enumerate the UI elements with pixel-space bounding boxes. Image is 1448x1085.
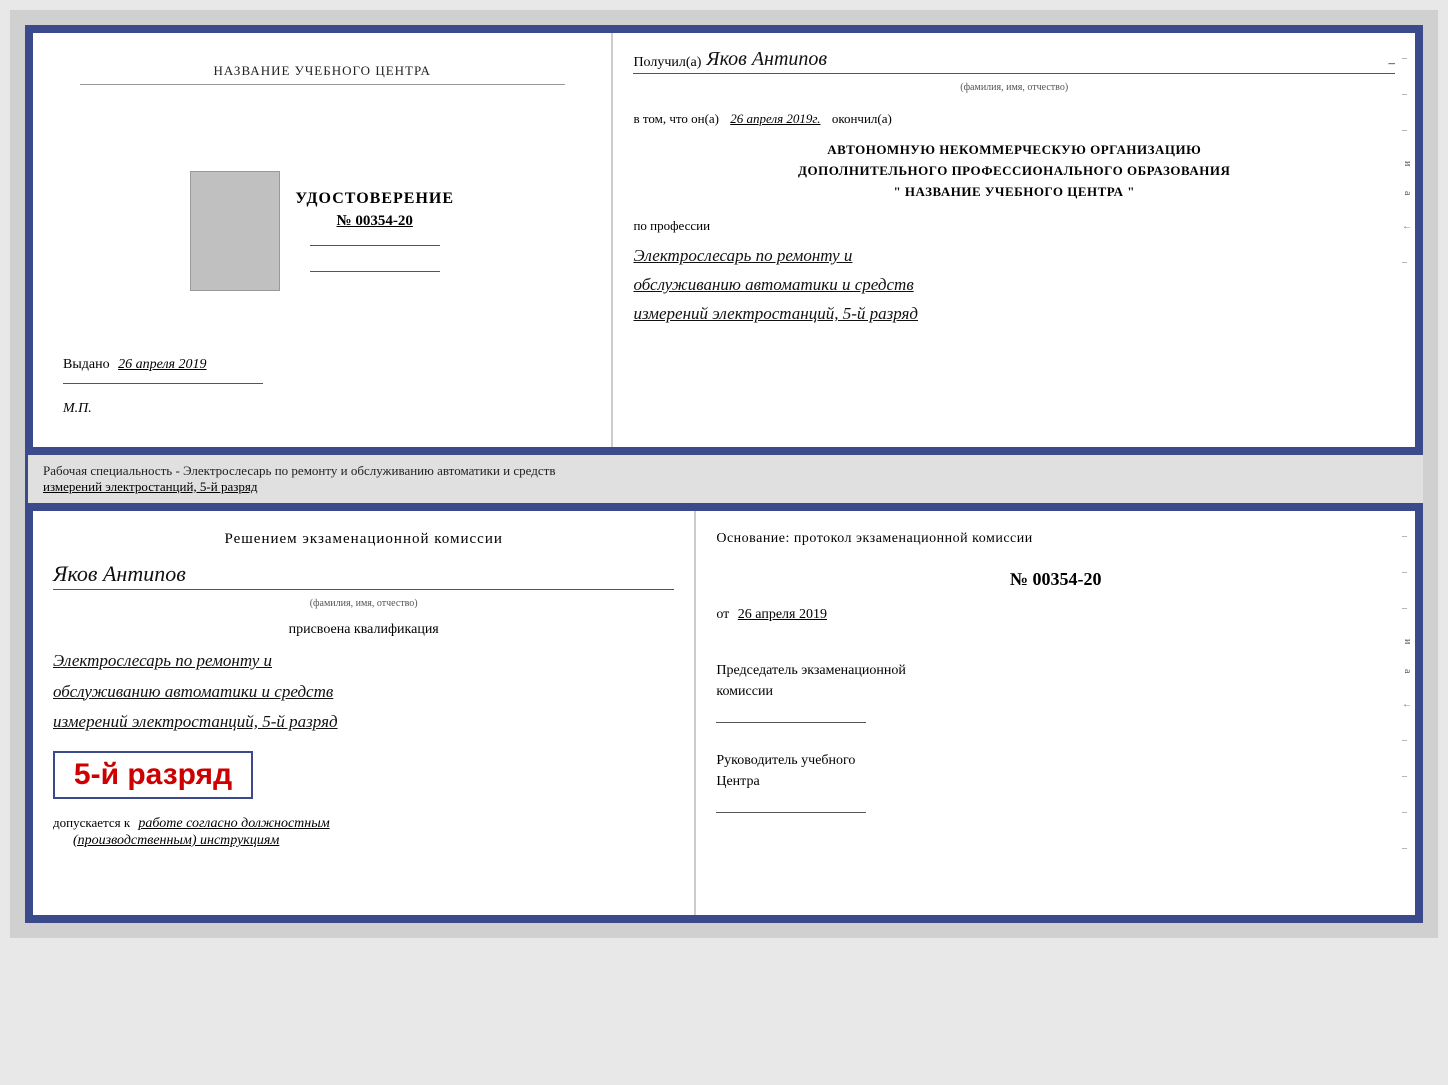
po-prof-label: по профессии bbox=[633, 218, 1395, 234]
rukovoditel-block: Руководитель учебного Центра bbox=[716, 750, 1395, 813]
deco-mark-4: ← bbox=[1402, 221, 1413, 232]
ano-line3: " НАЗВАНИЕ УЧЕБНОГО ЦЕНТРА " bbox=[633, 182, 1395, 203]
rukovoditel-sign-line bbox=[716, 812, 866, 813]
middle-text-line2: измерений электростанций, 5-й разряд bbox=[43, 479, 257, 494]
deco2-mark-1: – bbox=[1402, 531, 1413, 542]
qual-line1: Электрослесарь по ремонту и bbox=[53, 646, 674, 677]
recipient-name-bottom: Яков Антипов bbox=[53, 561, 186, 586]
vtom-date: 26 апреля 2019г. bbox=[730, 111, 820, 126]
vtom-label: в том, что он(а) bbox=[633, 111, 719, 126]
bottom-doc-left: Решением экзаменационной комиссии Яков А… bbox=[33, 511, 696, 915]
rukovoditel-title2: Центра bbox=[716, 771, 1395, 792]
dopuskaetsya-label: допускается к bbox=[53, 815, 130, 830]
bottom-doc-right: Основание: протокол экзаменационной коми… bbox=[696, 511, 1415, 915]
deco2-mark-3: – bbox=[1402, 603, 1413, 614]
poluchil-label: Получил(а) bbox=[633, 55, 701, 71]
vydano-date: 26 апреля 2019 bbox=[118, 357, 206, 372]
bottom-document: Решением экзаменационной комиссии Яков А… bbox=[25, 503, 1423, 923]
deco-vertical-и: и bbox=[1402, 161, 1413, 166]
cert-middle-section: УДОСТОВЕРЕНИЕ № 00354-20 bbox=[190, 171, 454, 291]
ot-line: от 26 апреля 2019 bbox=[716, 607, 1395, 623]
vydano-line: Выдано 26 апреля 2019 bbox=[63, 357, 207, 373]
top-doc-left: НАЗВАНИЕ УЧЕБНОГО ЦЕНТРА УДОСТОВЕРЕНИЕ №… bbox=[33, 33, 613, 447]
deco-mark-3: – bbox=[1402, 125, 1413, 136]
top-doc-right: Получил(а) Яков Антипов – (фамилия, имя,… bbox=[613, 33, 1415, 447]
vtom-line: в том, что он(а) 26 апреля 2019г. окончи… bbox=[633, 111, 1395, 127]
ano-block: АВТОНОМНУЮ НЕКОММЕРЧЕСКУЮ ОРГАНИЗАЦИЮ ДО… bbox=[633, 140, 1395, 202]
fio-sub-label-bottom: (фамилия, имя, отчество) bbox=[53, 598, 674, 609]
qual-line3: измерений электростанций, 5-й разряд bbox=[53, 707, 674, 738]
recipient-name-bottom-wrap: Яков Антипов bbox=[53, 561, 674, 590]
right-side-marks: – – – и а ← – bbox=[1402, 53, 1413, 268]
prisvoena-label: присвоена квалификация bbox=[53, 622, 674, 638]
fio-sub-label-top: (фамилия, имя, отчество) bbox=[633, 82, 1395, 93]
deco-vertical-а: а bbox=[1402, 191, 1413, 195]
qual-line2: обслуживанию автоматики и средств bbox=[53, 677, 674, 708]
deco2-mark-7: – bbox=[1402, 807, 1413, 818]
predsedatel-title2: комиссии bbox=[716, 681, 1395, 702]
deco2-mark-2: – bbox=[1402, 567, 1413, 578]
deco2-vertical-и: и bbox=[1402, 639, 1413, 644]
cert-info: УДОСТОВЕРЕНИЕ № 00354-20 bbox=[295, 190, 454, 272]
middle-text-line1: Рабочая специальность - Электрослесарь п… bbox=[43, 463, 555, 478]
deco2-mark-6: – bbox=[1402, 771, 1413, 782]
deco2-mark-8: – bbox=[1402, 843, 1413, 854]
vydano-label: Выдано bbox=[63, 357, 110, 372]
prof-line3: измерений электростанций, 5-й разряд bbox=[633, 300, 1395, 329]
mp-label: М.П. bbox=[63, 401, 92, 416]
profession-text: Электрослесарь по ремонту и обслуживанию… bbox=[633, 242, 1395, 329]
dopuskaetsya-text1: работе согласно должностным bbox=[138, 816, 329, 831]
deco-mark-5: – bbox=[1402, 257, 1413, 268]
razryad-badge: 5-й разряд bbox=[53, 751, 253, 799]
training-center-top: НАЗВАНИЕ УЧЕБНОГО ЦЕНТРА bbox=[80, 63, 565, 85]
deco2-vertical-а: а bbox=[1402, 669, 1413, 673]
deco-mark-1: – bbox=[1402, 53, 1413, 64]
dopuskaetsya-section: допускается к работе согласно должностны… bbox=[53, 815, 674, 849]
deco-mark-2: – bbox=[1402, 89, 1413, 100]
resheniem-title: Решением экзаменационной комиссии bbox=[53, 531, 674, 548]
qualification-text: Электрослесарь по ремонту и обслуживанию… bbox=[53, 646, 674, 738]
okonchil-label: окончил(а) bbox=[832, 111, 892, 126]
prof-line2: обслуживанию автоматики и средств bbox=[633, 271, 1395, 300]
cert-bottom: Выдано 26 апреля 2019 М.П. bbox=[53, 357, 591, 417]
top-document: НАЗВАНИЕ УЧЕБНОГО ЦЕНТРА УДОСТОВЕРЕНИЕ №… bbox=[25, 25, 1423, 455]
middle-text-section: Рабочая специальность - Электрослесарь п… bbox=[25, 455, 1423, 503]
poluchil-section: Получил(а) Яков Антипов – bbox=[633, 48, 1395, 74]
ano-line2: ДОПОЛНИТЕЛЬНОГО ПРОФЕССИОНАЛЬНОГО ОБРАЗО… bbox=[633, 161, 1395, 182]
protocol-number: № 00354-20 bbox=[716, 569, 1395, 590]
rukovoditel-title: Руководитель учебного bbox=[716, 750, 1395, 771]
predsedatel-block: Председатель экзаменационной комиссии bbox=[716, 660, 1395, 723]
udost-title: УДОСТОВЕРЕНИЕ bbox=[295, 190, 454, 208]
deco2-mark-5: – bbox=[1402, 735, 1413, 746]
ano-line1: АВТОНОМНУЮ НЕКОММЕРЧЕСКУЮ ОРГАНИЗАЦИЮ bbox=[633, 140, 1395, 161]
page-wrapper: НАЗВАНИЕ УЧЕБНОГО ЦЕНТРА УДОСТОВЕРЕНИЕ №… bbox=[10, 10, 1438, 938]
photo-placeholder bbox=[190, 171, 280, 291]
right-side-marks-bottom: – – – и а ← – – – – bbox=[1402, 531, 1413, 854]
dopuskaetsya-text2: (производственным) инструкциям bbox=[73, 833, 279, 848]
osnovanie-title: Основание: протокол экзаменационной коми… bbox=[716, 531, 1395, 547]
deco2-mark-4: ← bbox=[1402, 699, 1413, 710]
ot-label: от bbox=[716, 607, 729, 622]
udost-number: № 00354-20 bbox=[337, 213, 413, 230]
predsedatel-sign-line bbox=[716, 722, 866, 723]
ot-date: 26 апреля 2019 bbox=[738, 607, 827, 622]
prof-line1: Электрослесарь по ремонту и bbox=[633, 242, 1395, 271]
predsedatel-title: Председатель экзаменационной bbox=[716, 660, 1395, 681]
recipient-name-top: Яков Антипов bbox=[706, 48, 827, 71]
